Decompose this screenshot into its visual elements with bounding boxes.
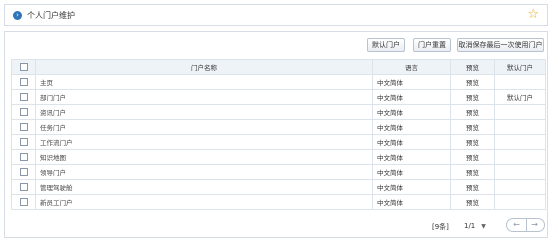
column-header-name[interactable]: 门户名称 xyxy=(35,59,373,75)
row-checkbox[interactable] xyxy=(11,149,36,165)
column-header-language[interactable]: 语言 xyxy=(372,59,451,75)
language-cell: 中文简体 xyxy=(372,194,451,210)
row-checkbox[interactable] xyxy=(11,179,36,195)
default-portal-cell xyxy=(494,134,546,150)
preview-link[interactable]: 预览 xyxy=(450,104,495,120)
reset-portal-button[interactable]: 门户重置 xyxy=(413,38,451,52)
portal-name-cell[interactable]: 知识地图 xyxy=(35,149,373,165)
row-checkbox[interactable] xyxy=(11,74,36,90)
language-cell: 中文简体 xyxy=(372,179,451,195)
row-checkbox[interactable] xyxy=(11,164,36,180)
default-portal-cell xyxy=(494,194,546,210)
page-title: 个人门户维护 xyxy=(27,11,75,20)
portal-name-cell[interactable]: 领导门户 xyxy=(35,164,373,180)
portal-name-cell[interactable]: 管理驾驶舱 xyxy=(35,179,373,195)
table-row[interactable]: 部门门户 中文简体 预览 默认门户 xyxy=(11,89,546,105)
portal-name-cell[interactable]: 新员工门户 xyxy=(35,194,373,210)
row-checkbox[interactable] xyxy=(11,104,36,120)
language-cell: 中文简体 xyxy=(372,104,451,120)
column-header-preview: 预览 xyxy=(450,59,495,75)
default-portal-cell xyxy=(494,164,546,180)
default-portal-cell xyxy=(494,149,546,165)
table-row[interactable]: 知识地图 中文简体 预览 xyxy=(11,149,546,165)
page-indicator: 1/1 xyxy=(464,222,476,230)
default-portal-cell xyxy=(494,119,546,135)
default-portal-cell xyxy=(494,179,546,195)
preview-link[interactable]: 预览 xyxy=(450,119,495,135)
row-checkbox[interactable] xyxy=(11,89,36,105)
row-checkbox[interactable] xyxy=(11,134,36,150)
default-portal-cell xyxy=(494,104,546,120)
portal-panel: 默认门户 门户重置 取消保存最后一次使用门户 门户名称 语言 预览 默认门户 主… xyxy=(4,31,548,238)
preview-link[interactable]: 预览 xyxy=(450,149,495,165)
table-header-row: 门户名称 语言 预览 默认门户 xyxy=(11,59,546,75)
table-row[interactable]: 任务门户 中文简体 预览 xyxy=(11,119,546,135)
row-checkbox[interactable] xyxy=(11,119,36,135)
circle-arrow-right-icon: › xyxy=(13,11,22,20)
preview-link[interactable]: 预览 xyxy=(450,179,495,195)
record-count: [9条] xyxy=(432,223,449,231)
table-row[interactable]: 主页 中文简体 预览 xyxy=(11,74,546,90)
language-cell: 中文简体 xyxy=(372,134,451,150)
portal-name-cell[interactable]: 资讯门户 xyxy=(35,104,373,120)
table-row[interactable]: 资讯门户 中文简体 预览 xyxy=(11,104,546,120)
table-row[interactable]: 领导门户 中文简体 预览 xyxy=(11,164,546,180)
language-cell: 中文简体 xyxy=(372,164,451,180)
arrow-right-icon[interactable]: → xyxy=(525,219,544,231)
preview-link[interactable]: 预览 xyxy=(450,164,495,180)
pager-nav: ← → xyxy=(506,218,545,232)
chevron-down-icon: ▼ xyxy=(481,223,486,230)
portal-name-cell[interactable]: 主页 xyxy=(35,74,373,90)
preview-link[interactable]: 预览 xyxy=(450,74,495,90)
portal-name-cell[interactable]: 工作流门户 xyxy=(35,134,373,150)
portal-table: 门户名称 语言 预览 默认门户 主页 中文简体 预览 部门门户 中文简体 预览 默认门户 资讯… xyxy=(11,59,546,210)
select-all-checkbox[interactable] xyxy=(11,59,36,75)
table-row[interactable]: 工作流门户 中文简体 预览 xyxy=(11,134,546,150)
language-cell: 中文简体 xyxy=(372,119,451,135)
cancel-last-portal-button[interactable]: 取消保存最后一次使用门户 xyxy=(457,38,544,52)
default-portal-cell xyxy=(494,74,546,90)
language-cell: 中文简体 xyxy=(372,74,451,90)
arrow-left-icon[interactable]: ← xyxy=(507,219,527,231)
set-default-button[interactable]: 默认门户 xyxy=(367,38,405,52)
preview-link[interactable]: 预览 xyxy=(450,89,495,105)
portal-name-cell[interactable]: 部门门户 xyxy=(35,89,373,105)
portal-name-cell[interactable]: 任务门户 xyxy=(35,119,373,135)
star-icon[interactable]: ☆ xyxy=(527,7,539,23)
row-checkbox[interactable] xyxy=(11,194,36,210)
preview-link[interactable]: 预览 xyxy=(450,134,495,150)
preview-link[interactable]: 预览 xyxy=(450,194,495,210)
language-cell: 中文简体 xyxy=(372,89,451,105)
default-portal-cell: 默认门户 xyxy=(494,89,546,105)
column-header-default: 默认门户 xyxy=(494,59,546,75)
page-header: › 个人门户维护 ☆ xyxy=(4,4,548,26)
table-row[interactable]: 新员工门户 中文简体 预览 xyxy=(11,194,546,210)
language-cell: 中文简体 xyxy=(372,149,451,165)
table-row[interactable]: 管理驾驶舱 中文简体 预览 xyxy=(11,179,546,195)
page-select[interactable]: 1/1 ▼ xyxy=(464,222,486,230)
